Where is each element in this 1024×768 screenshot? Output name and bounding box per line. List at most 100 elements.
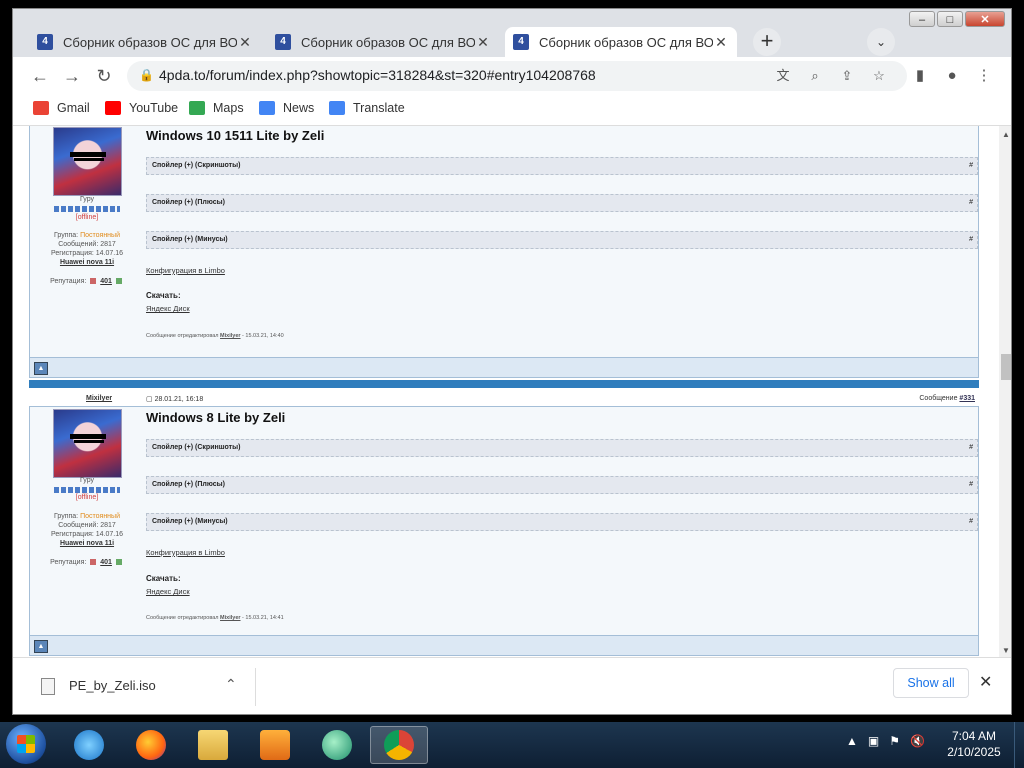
minimize-button[interactable]: –	[909, 11, 935, 27]
bookmark-gmail[interactable]: Gmail	[33, 101, 90, 115]
browser-toolbar: ← → ↻ 🔒 4pda.to/forum/index.php?showtopi…	[13, 57, 1011, 95]
close-download-bar-icon[interactable]: ✕	[979, 672, 992, 692]
forum-page: Гуру [offline] Группа: Постоянный Сообще…	[13, 126, 999, 657]
yandex-disk-link[interactable]: Яндекс Диск	[146, 304, 190, 313]
spoiler-screenshots[interactable]: Спойлер (+) (Скриншоты) #	[146, 439, 978, 457]
media-player-icon	[260, 730, 290, 760]
user-device[interactable]: Huawei nova 11i	[30, 540, 144, 547]
rank-stars	[54, 487, 120, 493]
spoiler-cons[interactable]: Спойлер (+) (Минусы) #	[146, 513, 978, 531]
file-icon	[41, 678, 55, 695]
tab-title: Сборник образов ОС для ВОСН	[63, 34, 237, 50]
forum-post: Гуру [offline] Группа: Постоянный Сообще…	[29, 126, 979, 358]
tab-3-active[interactable]: 4 Сборник образов ОС для ВОСН ✕	[505, 27, 737, 57]
clock-time: 7:04 AM	[951, 729, 997, 743]
download-bar: PE_by_Zeli.iso ⌃ Show all ✕	[13, 657, 1011, 714]
yandex-disk-link[interactable]: Яндекс Диск	[146, 587, 190, 596]
youtube-icon	[105, 101, 121, 115]
download-filename[interactable]: PE_by_Zeli.iso	[69, 678, 156, 693]
bookmark-translate[interactable]: Translate	[329, 101, 405, 115]
start-button[interactable]	[6, 724, 46, 764]
user-device[interactable]: Huawei nova 11i	[30, 259, 144, 266]
back-arrow-icon[interactable]: ←	[27, 63, 53, 89]
spoiler-screenshots[interactable]: Спойлер (+) (Скриншоты) #	[146, 157, 978, 175]
tab-2[interactable]: 4 Сборник образов ОС для ВОСН ✕	[267, 27, 499, 57]
show-desktop-button[interactable]	[1014, 722, 1024, 768]
zoom-icon[interactable]: ⌕	[805, 66, 825, 86]
user-status: [offline]	[75, 214, 99, 221]
scrollbar-thumb[interactable]	[1001, 354, 1011, 380]
action-center-flag-icon[interactable]: ⚑	[889, 734, 900, 748]
spoiler-pros[interactable]: Спойлер (+) (Плюсы) #	[146, 476, 978, 494]
bookmark-star-icon[interactable]: ☆	[869, 66, 889, 86]
forum-post: Гуру [offline] Группа: Постоянный Сообще…	[29, 406, 979, 636]
bookmarks-bar: Gmail YouTube Maps News Translate	[13, 95, 1011, 126]
post-footer: ▲	[29, 636, 979, 656]
show-all-button[interactable]: Show all	[893, 668, 969, 698]
config-link[interactable]: Конфигурация в Limbo	[146, 266, 225, 275]
rep-up-icon[interactable]	[115, 278, 122, 285]
window-controls: – □ ✕	[909, 11, 1005, 27]
maximize-button[interactable]: □	[937, 11, 963, 27]
user-registered: Регистрация: 14.07.16	[50, 250, 124, 257]
tab-strip: 4 Сборник образов ОС для ВОСН ✕ 4 Сборни…	[29, 25, 743, 57]
scroll-up-arrow-icon[interactable]: ▲	[999, 130, 1011, 139]
rep-down-icon[interactable]	[90, 278, 97, 285]
new-tab-button[interactable]: +	[753, 28, 781, 56]
volume-muted-icon[interactable]: 🔇	[910, 734, 925, 748]
post-number: Сообщение #331	[919, 395, 975, 402]
rep-up-icon[interactable]	[115, 559, 122, 566]
address-bar[interactable]: 🔒 4pda.to/forum/index.php?showtopic=3182…	[127, 61, 907, 91]
user-reputation: Репутация: 401	[30, 559, 144, 566]
page-scrollbar[interactable]: ▲ ▼	[999, 126, 1011, 657]
network-icon[interactable]: ▣	[868, 734, 879, 748]
scroll-down-arrow-icon[interactable]: ▼	[999, 646, 1011, 655]
url-text[interactable]: 4pda.to/forum/index.php?showtopic=318284…	[159, 67, 596, 83]
taskbar-media-player[interactable]	[246, 726, 304, 764]
reload-icon[interactable]: ↻	[91, 63, 117, 89]
forward-arrow-icon[interactable]: →	[59, 63, 85, 89]
translate-icon[interactable]: 文	[773, 66, 793, 86]
taskbar-firefox[interactable]	[122, 726, 180, 764]
gmail-icon	[33, 101, 49, 115]
spoiler-pros[interactable]: Спойлер (+) (Плюсы) #	[146, 194, 978, 212]
user-status: [offline]	[75, 494, 99, 501]
post-title: Windows 8 Lite by Zeli	[146, 410, 286, 425]
taskbar-app[interactable]	[308, 726, 366, 764]
avatar[interactable]	[53, 409, 122, 478]
globe-icon	[322, 730, 352, 760]
tab-search-chevron-icon[interactable]: ⌄	[867, 28, 895, 56]
chevron-up-icon[interactable]: ⌃	[225, 676, 237, 693]
lock-icon[interactable]: 🔒	[139, 68, 154, 82]
bookmark-news[interactable]: News	[259, 101, 314, 115]
spoiler-cons[interactable]: Спойлер (+) (Минусы) #	[146, 231, 978, 249]
taskbar-clock[interactable]: 7:04 AM 2/10/2025	[942, 728, 1006, 760]
post-author[interactable]: Mixilyer	[86, 395, 112, 402]
taskbar-chrome[interactable]	[370, 726, 428, 764]
download-item[interactable]: PE_by_Zeli.iso ⌃	[29, 668, 256, 706]
scroll-up-icon[interactable]: ▲	[34, 362, 48, 375]
profile-avatar-icon[interactable]: ●	[939, 63, 965, 89]
config-link[interactable]: Конфигурация в Limbo	[146, 548, 225, 557]
tab-1[interactable]: 4 Сборник образов ОС для ВОСН ✕	[29, 27, 261, 57]
scroll-up-icon[interactable]: ▲	[34, 640, 48, 653]
windows-taskbar: ▲ ▣ ⚑ 🔇 7:04 AM 2/10/2025	[0, 722, 1024, 768]
side-panel-icon[interactable]: ▮	[907, 63, 933, 89]
close-tab-icon[interactable]: ✕	[475, 34, 491, 51]
close-tab-icon[interactable]: ✕	[713, 34, 729, 51]
bookmark-youtube[interactable]: YouTube	[105, 101, 178, 115]
firefox-icon	[136, 730, 166, 760]
share-icon[interactable]: ⇪	[837, 66, 857, 86]
avatar[interactable]	[53, 127, 122, 196]
bookmark-maps[interactable]: Maps	[189, 101, 244, 115]
edited-note: Сообщение отредактировал Mixilyer - 15.0…	[146, 333, 284, 339]
user-group: Группа: Постоянный	[53, 232, 120, 239]
rep-down-icon[interactable]	[90, 559, 97, 566]
menu-kebab-icon[interactable]: ⋮	[971, 63, 997, 89]
tray-expand-icon[interactable]: ▲	[846, 734, 858, 748]
close-tab-icon[interactable]: ✕	[237, 34, 253, 51]
close-window-button[interactable]: ✕	[965, 11, 1005, 27]
taskbar-explorer[interactable]	[184, 726, 242, 764]
taskbar-ie[interactable]	[60, 726, 118, 764]
windows-logo-icon	[17, 735, 35, 753]
